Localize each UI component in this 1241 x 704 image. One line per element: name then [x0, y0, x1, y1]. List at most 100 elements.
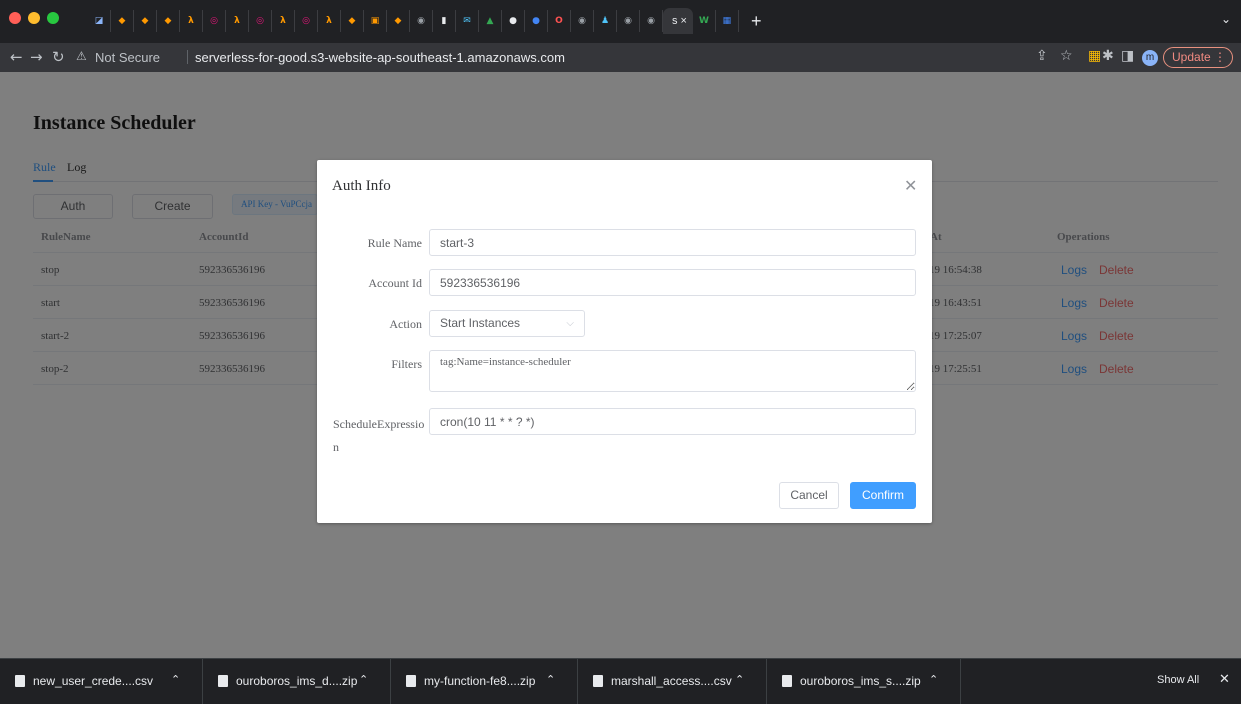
puzzle-icon[interactable]: ✱	[1102, 48, 1114, 64]
aws-cloudwatch-icon: ◎	[302, 16, 310, 26]
browser-tab[interactable]: ●	[502, 10, 525, 32]
browser-tab[interactable]: ◉	[617, 10, 640, 32]
generic-site-icon: ◪	[94, 16, 104, 26]
chevron-up-icon[interactable]: ⌃	[546, 673, 555, 686]
file-icon	[782, 675, 792, 687]
close-icon[interactable]: ✕	[1219, 672, 1230, 687]
browser-tab[interactable]: λ	[318, 10, 341, 32]
not-secure-label[interactable]: Not Secure	[95, 50, 160, 65]
download-filename: marshall_access....csv	[611, 674, 732, 688]
aws-cube-icon: ◆	[141, 16, 149, 26]
browser-tab[interactable]: ●	[525, 10, 548, 32]
action-select[interactable]: Start Instances ⌵	[429, 310, 585, 337]
warning-icon: ⚠	[76, 49, 87, 63]
schedule-expression-input[interactable]	[429, 408, 916, 435]
download-item[interactable]: marshall_access....csv ⌃	[578, 659, 767, 704]
browser-tab[interactable]: ◎	[295, 10, 318, 32]
browser-tab[interactable]: ▲	[479, 10, 502, 32]
kebab-menu-icon: ⋮	[1214, 50, 1227, 64]
browser-tab[interactable]: O	[548, 10, 571, 32]
update-label: Update	[1172, 50, 1211, 64]
browser-tab[interactable]: ◆	[134, 10, 157, 32]
browser-tab[interactable]: ◎	[203, 10, 226, 32]
chevron-up-icon[interactable]: ⌃	[359, 673, 368, 686]
browser-tab[interactable]: λ	[180, 10, 203, 32]
close-icon[interactable]: ✕	[904, 176, 917, 195]
opera-icon: O	[555, 16, 563, 26]
aws-cube-icon: ◆	[394, 16, 402, 26]
tab-search-icon[interactable]: ⌄	[1221, 12, 1231, 26]
close-icon[interactable]: ×	[681, 15, 687, 27]
aws-cube-icon: ◆	[118, 16, 126, 26]
browser-tab[interactable]: ▣	[364, 10, 387, 32]
mountain-icon: ▲	[486, 16, 494, 26]
file-icon	[218, 675, 228, 687]
download-item[interactable]: ouroboros_ims_d....zip ⌃	[203, 659, 391, 704]
extension-grid-icon[interactable]: ▦	[1088, 48, 1101, 64]
aws-cloudwatch-icon: ◎	[210, 16, 218, 26]
browser-tab[interactable]: ✉	[456, 10, 479, 32]
chevron-up-icon[interactable]: ⌃	[735, 673, 744, 686]
download-item[interactable]: new_user_crede....csv ⌃	[0, 659, 203, 704]
download-item[interactable]: ouroboros_ims_s....zip ⌃	[767, 659, 961, 704]
update-button[interactable]: Update ⋮	[1163, 47, 1233, 68]
github-icon: ●	[509, 16, 517, 26]
chat-icon: ✉	[463, 16, 471, 26]
browser-tab[interactable]: ▮	[433, 10, 456, 32]
url-text[interactable]: serverless-for-good.s3-website-ap-southe…	[195, 50, 565, 65]
aws-box-icon: ▣	[370, 16, 380, 26]
doc-icon: ▮	[441, 16, 447, 26]
browser-tab-active[interactable]: s ×	[663, 8, 693, 34]
download-item[interactable]: my-function-fe8....zip ⌃	[391, 659, 578, 704]
rule-name-label: Rule Name	[367, 236, 422, 250]
show-all-button[interactable]: Show All	[1157, 674, 1199, 686]
back-icon[interactable]: ←	[10, 48, 23, 66]
close-window-button[interactable]	[9, 12, 21, 24]
account-id-label: Account Id	[368, 276, 422, 290]
reload-icon[interactable]: ↻	[52, 48, 65, 66]
browser-tab[interactable]: ◪	[88, 10, 111, 32]
bookmark-star-icon[interactable]: ☆	[1060, 48, 1073, 64]
profile-avatar[interactable]: m	[1142, 50, 1158, 66]
browser-tab[interactable]: ◆	[387, 10, 410, 32]
w-icon: W	[698, 16, 709, 26]
chevron-up-icon[interactable]: ⌃	[929, 673, 938, 686]
browser-tab[interactable]: ◎	[249, 10, 272, 32]
filters-textarea[interactable]: tag:Name=instance-scheduler	[429, 350, 916, 392]
browser-tab[interactable]: W	[693, 10, 716, 32]
auth-info-dialog: Auth Info ✕ Rule Name Account Id Action …	[317, 160, 932, 523]
browser-tab[interactable]: ▦	[716, 10, 739, 32]
new-tab-icon[interactable]: +	[751, 11, 762, 32]
schedule-expression-label-wrap: n	[333, 440, 339, 454]
browser-tab[interactable]: ◉	[410, 10, 433, 32]
browser-tab[interactable]: ◆	[341, 10, 364, 32]
forward-icon[interactable]: →	[30, 48, 43, 66]
rule-name-input[interactable]	[429, 229, 916, 256]
download-filename: ouroboros_ims_s....zip	[800, 674, 921, 688]
cancel-button[interactable]: Cancel	[779, 482, 839, 509]
file-icon	[593, 675, 603, 687]
confirm-button[interactable]: Confirm	[850, 482, 916, 509]
browser-tabs: ◪ ◆ ◆ ◆ λ ◎ λ ◎ λ ◎ λ ◆ ▣ ◆ ◉ ▮ ✉ ▲ ● ● O ◉ ♟ ◉ ◉ s × W ▦ +	[88, 8, 761, 34]
action-select-value: Start Instances	[440, 316, 521, 330]
minimize-window-button[interactable]	[28, 12, 40, 24]
browser-tab[interactable]: λ	[272, 10, 295, 32]
account-id-input[interactable]	[429, 269, 916, 296]
zoom-window-button[interactable]	[47, 12, 59, 24]
browser-tab[interactable]: ◉	[571, 10, 594, 32]
address-bar: ← → ↻ ⚠ Not Secure serverless-for-good.s…	[0, 43, 1241, 72]
browser-tab[interactable]: ◆	[157, 10, 180, 32]
dialog-title: Auth Info	[332, 178, 391, 194]
share-icon[interactable]: ⇪	[1036, 48, 1048, 64]
browser-tab[interactable]: ♟	[594, 10, 617, 32]
aws-cube-icon: ◆	[164, 16, 172, 26]
browser-tab[interactable]: ◉	[640, 10, 663, 32]
download-shelf: new_user_crede....csv ⌃ ouroboros_ims_d...…	[0, 658, 1241, 704]
browser-tab[interactable]: ◆	[111, 10, 134, 32]
sidepanel-icon[interactable]: ◨	[1121, 48, 1134, 64]
action-label: Action	[389, 317, 422, 331]
browser-tab[interactable]: λ	[226, 10, 249, 32]
chevron-up-icon[interactable]: ⌃	[171, 673, 180, 686]
aws-lambda-icon: λ	[280, 16, 286, 26]
download-filename: my-function-fe8....zip	[424, 674, 536, 688]
